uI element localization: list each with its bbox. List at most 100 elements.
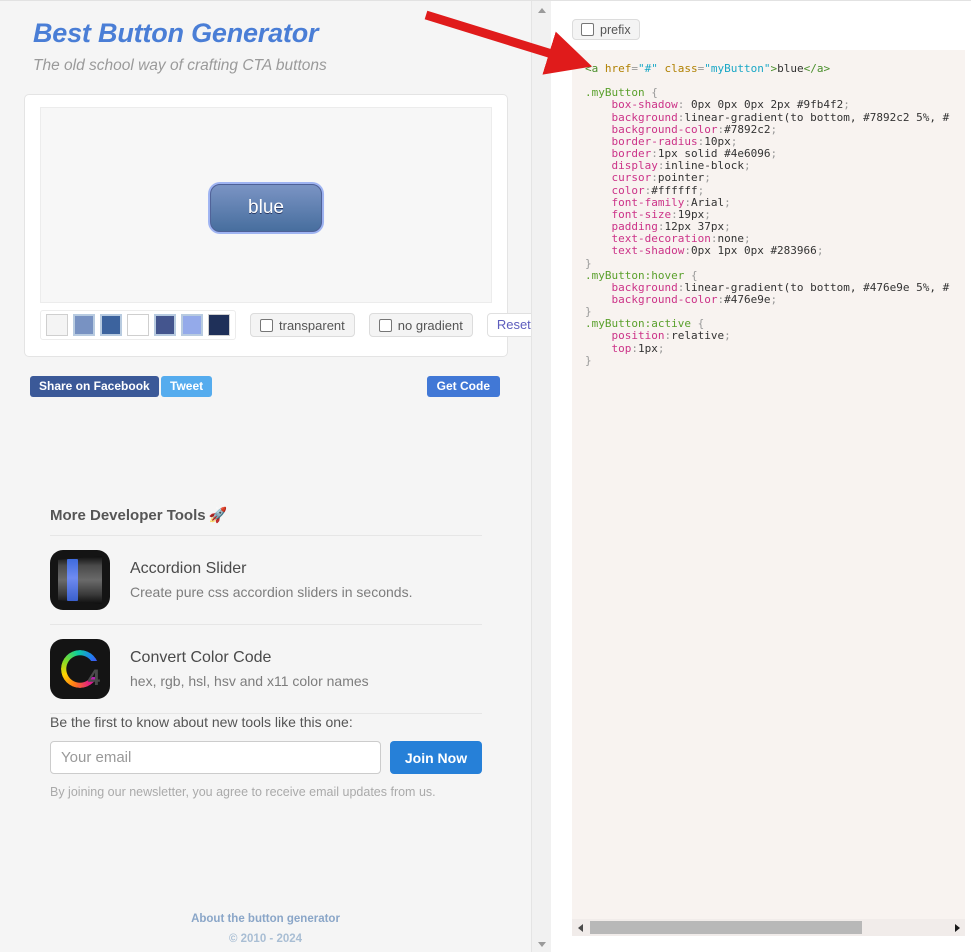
tool-item-convert-color-code[interactable]: 4 Convert Color Code hex, rgb, hsl, hsv … <box>50 625 482 714</box>
code-token: ; <box>843 98 850 112</box>
get-code-button[interactable]: Get Code <box>426 376 500 397</box>
checkbox-icon <box>260 318 273 332</box>
color-swatch-3[interactable] <box>100 314 122 336</box>
code-token: } <box>585 353 592 367</box>
no-gradient-checkbox[interactable]: no gradient <box>368 313 473 337</box>
code-token: .myButton:hover <box>585 268 685 282</box>
scrollbar-track[interactable] <box>588 921 949 934</box>
code-token: background <box>585 280 678 294</box>
code-token: background-color <box>585 122 718 136</box>
code-token: ; <box>770 147 778 161</box>
code-token: <a <box>585 62 605 75</box>
scroll-left-arrow-icon[interactable] <box>572 919 588 936</box>
code-token: = <box>631 62 638 75</box>
tool-text: Accordion Slider Create pure css accordi… <box>130 558 412 602</box>
code-token: ; <box>704 171 711 185</box>
tools-heading: More Developer Tools 🚀 <box>50 506 482 536</box>
no-gradient-label: no gradient <box>397 317 463 333</box>
color-swatch-1[interactable] <box>46 314 68 336</box>
code-token: ; <box>724 329 731 343</box>
code-token: border-radius <box>585 134 698 148</box>
code-token: { <box>684 268 698 282</box>
icon-numeral: 4 <box>87 665 100 690</box>
code-token: } <box>585 305 592 319</box>
color-swatch-6[interactable] <box>181 314 203 336</box>
join-now-button[interactable]: Join Now <box>390 741 482 774</box>
share-on-facebook-button[interactable]: Share on Facebook <box>30 376 159 397</box>
code-token: #476e9e <box>724 292 771 306</box>
preview-button[interactable]: blue <box>210 184 322 232</box>
convert-color-code-icon: 4 <box>50 639 110 699</box>
code-token: .myButton <box>585 86 645 100</box>
code-token: : <box>651 171 658 185</box>
about-link[interactable]: About the button generator <box>191 913 340 925</box>
code-token: 1px solid #4e6096 <box>657 147 771 161</box>
code-token: } <box>585 256 592 270</box>
prefix-checkbox[interactable]: prefix <box>572 19 640 40</box>
code-token: #ffffff <box>651 183 698 197</box>
page-footer: About the button generator © 2010 - 2024 <box>0 909 531 945</box>
code-token: #7892c2 <box>724 122 771 136</box>
code-token: </a> <box>803 62 831 75</box>
reset-button[interactable]: Reset <box>486 313 531 337</box>
newsletter-note: By joining our newsletter, you agree to … <box>50 785 436 799</box>
color-swatch-2[interactable] <box>73 314 95 336</box>
email-input[interactable] <box>50 741 381 774</box>
code-token: : <box>651 147 658 161</box>
color-swatch-7[interactable] <box>208 314 230 336</box>
code-token: ; <box>770 122 778 136</box>
code-token: inline-block <box>664 159 744 173</box>
code-token: ; <box>724 195 731 209</box>
code-token: 12px 37px <box>664 220 725 234</box>
code-token: text-decoration <box>585 232 711 246</box>
checkbox-icon <box>581 23 594 36</box>
tool-item-accordion-slider[interactable]: Accordion Slider Create pure css accordi… <box>50 536 482 625</box>
generated-code-text: <a href="#" class="myButton">blue</a> .m… <box>572 50 965 367</box>
code-token: ; <box>697 183 705 197</box>
code-pane: prefix <a href="#" class="myButton">blue… <box>552 1 971 952</box>
code-token: "myButton" <box>704 62 771 75</box>
code-token: ; <box>724 220 731 234</box>
scroll-right-arrow-icon[interactable] <box>949 919 965 936</box>
code-token: ; <box>743 232 751 246</box>
code-token: 10px <box>704 134 731 148</box>
controls-row: transparent no gradient Reset <box>40 307 531 343</box>
code-token: ; <box>657 341 665 355</box>
code-horizontal-scrollbar[interactable] <box>572 919 965 936</box>
code-token: font-family <box>585 195 685 209</box>
page-root: Best Button Generator The old school way… <box>0 0 971 952</box>
brand-header: Best Button Generator The old school way… <box>0 1 531 76</box>
color-swatch-4[interactable] <box>127 314 149 336</box>
code-token: linear-gradient(to bottom, #7892c2 5%, # <box>684 110 950 124</box>
code-token: .myButton:active <box>585 317 691 331</box>
page-subtitle: The old school way of crafting CTA butto… <box>33 56 327 74</box>
code-token: display <box>585 159 658 173</box>
code-token: : <box>684 244 691 258</box>
tool-title: Accordion Slider <box>130 559 247 577</box>
transparent-checkbox[interactable]: transparent <box>250 313 355 337</box>
code-token: : <box>671 207 678 221</box>
tools-heading-label: More Developer Tools <box>50 507 206 524</box>
more-developer-tools-section: More Developer Tools 🚀 Accordion Slider C… <box>50 506 482 714</box>
prefix-label: prefix <box>600 22 631 37</box>
code-token: 0px 1px 0px #283966 <box>690 244 817 258</box>
copyright-text: © 2010 - 2024 <box>228 933 303 945</box>
page-title: Best Button Generator <box>33 18 319 48</box>
newsletter-section: Be the first to know about new tools lik… <box>50 714 482 799</box>
generated-code-box[interactable]: <a href="#" class="myButton">blue</a> .m… <box>572 50 965 926</box>
code-token: ; <box>816 244 824 258</box>
code-token: ; <box>743 159 751 173</box>
page-vertical-scrollbar[interactable] <box>531 1 551 952</box>
generator-card: blue transparent no gradient Reset <box>24 94 531 357</box>
scrollbar-thumb[interactable] <box>590 921 862 934</box>
tool-text: Convert Color Code hex, rgb, hsl, hsv an… <box>130 647 369 691</box>
scroll-down-arrow-icon[interactable] <box>532 935 552 952</box>
code-token: color <box>585 183 645 197</box>
code-token: none <box>717 232 744 246</box>
color-swatch-5[interactable] <box>154 314 176 336</box>
code-token: { <box>644 86 658 100</box>
tweet-button[interactable]: Tweet <box>161 376 213 397</box>
code-token: class <box>664 62 698 75</box>
code-token: position <box>585 329 665 343</box>
scroll-up-arrow-icon[interactable] <box>532 1 552 19</box>
